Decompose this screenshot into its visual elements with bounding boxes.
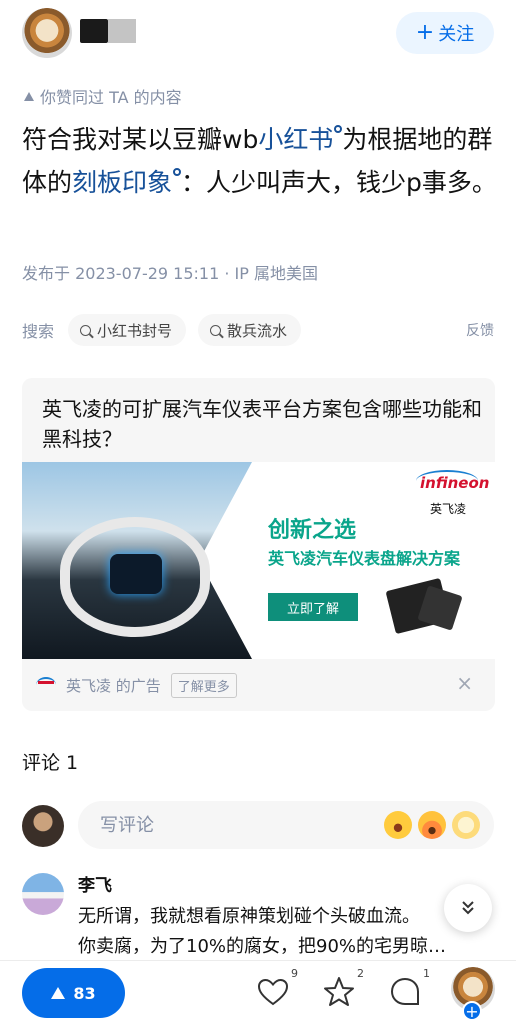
search-chip[interactable]: 小红书封号 — [68, 314, 187, 346]
ad-brand-label: 英飞凌 的广告 — [66, 676, 161, 695]
search-chip[interactable]: 散兵流水 — [198, 314, 302, 346]
upvoted-hint: 你赞同过 TA 的内容 — [24, 84, 182, 108]
angry-emoji-icon[interactable] — [418, 811, 446, 839]
comment-button[interactable]: 1 — [388, 967, 430, 1011]
ad-subline: 英飞凌汽车仪表盘解决方案 — [268, 549, 461, 568]
related-search-row: 搜索 小红书封号 散兵流水 反馈 — [22, 314, 494, 346]
search-chip-label: 小红书封号 — [97, 321, 173, 340]
ad-headline: 创新之选 — [268, 518, 357, 543]
search-label: 搜索 — [22, 322, 55, 341]
ad-banner[interactable]: infineon 英飞凌 创新之选 英飞凌汽车仪表盘解决方案 立即了解 — [22, 462, 495, 659]
close-icon[interactable]: × — [456, 671, 473, 695]
favorite-count: 2 — [357, 967, 364, 980]
ad-learn-more-button[interactable]: 了解更多 — [170, 672, 237, 698]
upvote-triangle-icon — [24, 91, 34, 101]
plus-icon: + — [415, 20, 435, 45]
infineon-logo-cn: 英飞凌 — [430, 502, 467, 516]
commenter-name[interactable]: 李飞 — [78, 871, 112, 896]
infineon-logo: infineon — [420, 474, 490, 492]
favorite-button[interactable]: 2 — [322, 967, 364, 1011]
comment-line: 无所谓，我就想看原神策划碰个头破血流。 — [78, 906, 420, 927]
feedback-link[interactable]: 反馈 — [466, 320, 494, 340]
content-part1: 符合我对某以豆瓣wb — [22, 125, 259, 154]
keyword-link-stereotype[interactable]: 刻板印象 — [72, 168, 172, 197]
comment-count: 1 — [423, 967, 430, 980]
upvote-icon — [51, 987, 66, 999]
bottom-action-bar: 83 9 2 1 + — [0, 960, 516, 1024]
dashboard-glow-graphic — [110, 554, 162, 594]
double-chevron-down-icon — [462, 901, 474, 915]
ad-footer: 英飞凌 的广告 了解更多 × — [22, 659, 495, 711]
upvote-count: 83 — [73, 983, 96, 1003]
my-avatar — [22, 805, 64, 847]
search-icon — [210, 324, 222, 336]
upvoted-hint-text: 你赞同过 TA 的内容 — [40, 88, 182, 107]
ad-cta-button[interactable]: 立即了解 — [268, 593, 358, 621]
ad-question[interactable]: 英飞凌的可扩展汽车仪表平台方案包含哪些功能和黑科技？ — [42, 394, 482, 454]
follow-plus-icon[interactable]: + — [462, 1001, 482, 1021]
follow-button[interactable]: + 关注 — [396, 12, 494, 54]
like-count: 9 — [291, 967, 298, 980]
laugh-emoji-icon[interactable] — [384, 811, 412, 839]
comment-input-box[interactable] — [78, 801, 494, 849]
keyword-link-xiaohongshu[interactable]: 小红书 — [258, 125, 333, 154]
scroll-down-button[interactable] — [444, 884, 492, 932]
search-icon — [334, 124, 343, 133]
comment-text[interactable]: 无所谓，我就想看原神策划碰个头破血流。 你卖腐，为了10%的腐女，把90%的宅男… — [78, 902, 490, 962]
answer-header: + 关注 — [0, 0, 516, 70]
comments-title: 评论 1 — [22, 752, 79, 774]
ad-card[interactable]: 英飞凌的可扩展汽车仪表平台方案包含哪些功能和黑科技？ infineon 英飞凌 … — [22, 378, 495, 711]
comment-line: 你卖腐，为了10%的腐女，把90%的宅男晾… — [78, 936, 447, 957]
commenter-avatar[interactable] — [22, 873, 64, 915]
advertiser-logo-icon — [36, 677, 56, 693]
search-chip-label: 散兵流水 — [227, 321, 288, 340]
star-icon — [324, 977, 354, 1006]
follow-label: 关注 — [438, 24, 475, 45]
author-avatar[interactable] — [22, 8, 72, 58]
like-button[interactable]: 9 — [256, 967, 298, 1011]
comment-input[interactable] — [100, 801, 370, 849]
search-icon — [80, 324, 92, 336]
heart-icon — [257, 978, 289, 1006]
doge-emoji-icon[interactable] — [452, 811, 480, 839]
search-icon — [173, 167, 182, 176]
publish-info: 发布于 2023-07-29 15:11 · IP 属地美国 — [22, 264, 318, 283]
author-name-redacted[interactable] — [80, 19, 136, 43]
answer-content: 符合我对某以豆瓣wb小红书 为根据地的群体的刻板印象 ：人少叫声大，钱少p事多。 — [22, 118, 498, 204]
content-part3: ：人少叫声大，钱少p事多。 — [181, 168, 497, 197]
comment-bubble-icon — [390, 977, 419, 1005]
upvote-button[interactable]: 83 — [22, 968, 125, 1018]
